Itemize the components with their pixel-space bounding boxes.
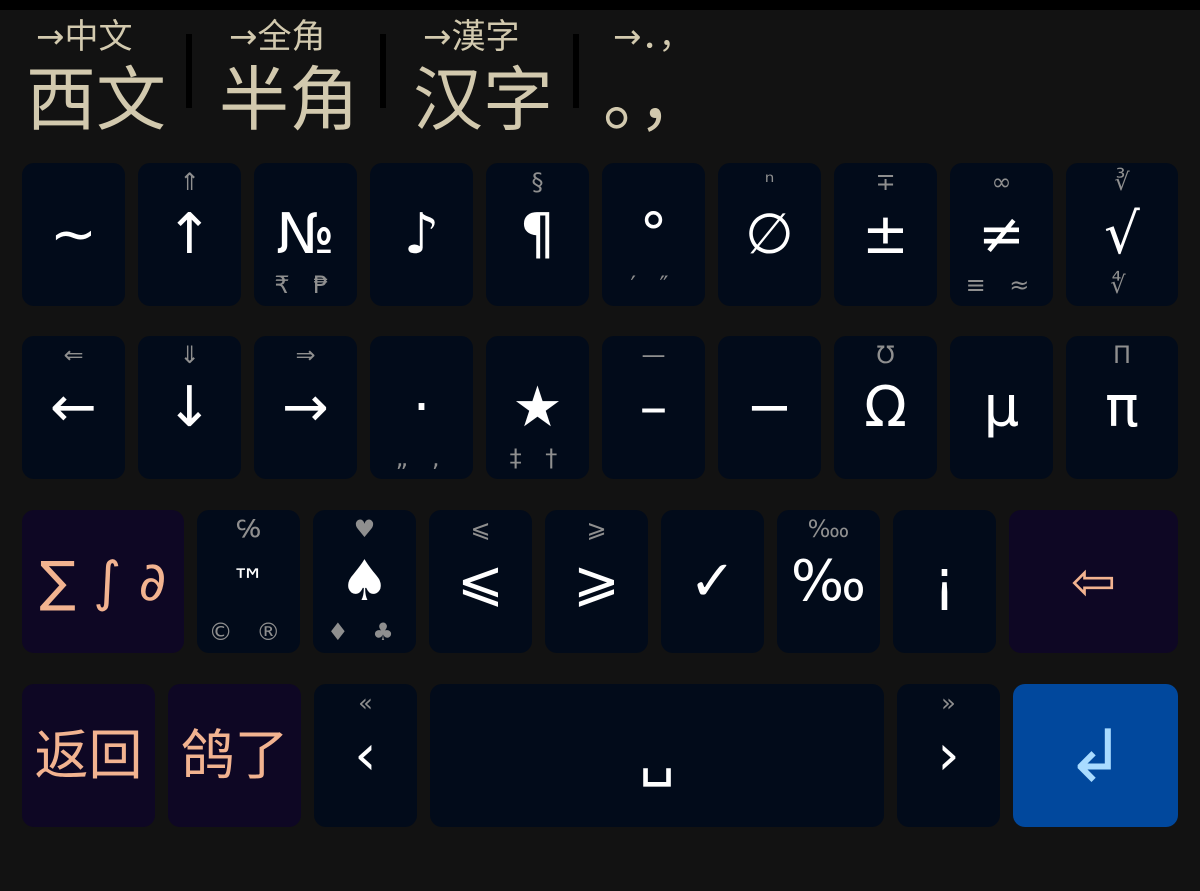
key-en-dash[interactable]: — –: [602, 336, 705, 479]
key-inverted-exclamation[interactable]: ¡: [893, 510, 996, 653]
key-tilde[interactable]: ~: [22, 163, 125, 306]
mode-half-full-width-toggle[interactable]: →全角 半角: [219, 12, 369, 141]
backspace-icon: ⇦: [1070, 549, 1117, 613]
key-square-root[interactable]: ∛ √ ∜: [1066, 163, 1178, 306]
key-micro[interactable]: µ: [950, 336, 1053, 479]
key-numero[interactable]: № ₹ ₱: [254, 163, 357, 306]
back-key[interactable]: 返回: [22, 684, 155, 827]
separator: [380, 34, 386, 108]
key-not-equal[interactable]: ∞ ≠ ≡ ≈: [950, 163, 1053, 306]
status-bar-edge: [0, 0, 1200, 10]
hide-keyboard-key[interactable]: 鸽了: [168, 684, 301, 827]
key-left-arrow[interactable]: ⇐ ←: [22, 336, 125, 479]
key-spade[interactable]: ♥ ♠ ♦ ♣: [313, 510, 416, 653]
key-middle-dot[interactable]: · „ ‚: [370, 336, 473, 479]
key-omega[interactable]: ℧ Ω: [834, 336, 937, 479]
enter-key[interactable]: ↲: [1013, 684, 1178, 827]
mode-hint: →全角: [229, 17, 326, 57]
key-up-arrow[interactable]: ⇑ ↑: [138, 163, 241, 306]
mode-label: 汉字: [413, 59, 553, 141]
mode-latin-chinese-toggle[interactable]: →中文 西文: [26, 12, 176, 141]
mode-hint: →．，: [613, 17, 693, 57]
key-down-arrow[interactable]: ⇓ ↓: [138, 336, 241, 479]
key-pilcrow[interactable]: § ¶: [486, 163, 589, 306]
mode-simplified-traditional-toggle[interactable]: →漢字 汉字: [413, 12, 563, 141]
key-degree[interactable]: ° ′ ″: [602, 163, 705, 306]
separator: [573, 34, 579, 108]
mode-hint: →漢字: [423, 17, 520, 57]
key-per-mille[interactable]: ‱ ‰: [777, 510, 880, 653]
key-greater-equal[interactable]: ⩾ ⩾: [545, 510, 648, 653]
key-plus-minus[interactable]: ∓ ±: [834, 163, 937, 306]
mode-label: 半角: [219, 59, 359, 141]
mode-label: 西文: [26, 59, 166, 141]
backspace-key[interactable]: ⇦: [1009, 510, 1178, 653]
key-empty-set[interactable]: ⁿ ∅: [718, 163, 821, 306]
key-trademark[interactable]: ℅ ™ © ®: [197, 510, 300, 653]
key-math-symbols[interactable]: ∑ ∫ ∂: [22, 510, 184, 653]
mode-label: 。，: [603, 59, 708, 141]
mode-punctuation-toggle[interactable]: →．， 。，: [603, 12, 753, 141]
key-right-arrow[interactable]: ⇒ →: [254, 336, 357, 479]
key-left-angle-quote[interactable]: « ‹: [314, 684, 417, 827]
key-pi[interactable]: Π π: [1066, 336, 1178, 479]
key-minus[interactable]: −: [718, 336, 821, 479]
key-right-angle-quote[interactable]: » ›: [897, 684, 1000, 827]
mode-hint: →中文: [36, 17, 133, 57]
key-check-mark[interactable]: ✓: [661, 510, 764, 653]
space-icon: ␣: [639, 722, 675, 788]
key-star[interactable]: ★ ‡ †: [486, 336, 589, 479]
enter-icon: ↲: [1065, 713, 1126, 798]
key-music-note[interactable]: ♪: [370, 163, 473, 306]
space-key[interactable]: ␣: [430, 684, 884, 827]
key-less-equal[interactable]: ⩽ ⩽: [429, 510, 532, 653]
separator: [186, 34, 192, 108]
